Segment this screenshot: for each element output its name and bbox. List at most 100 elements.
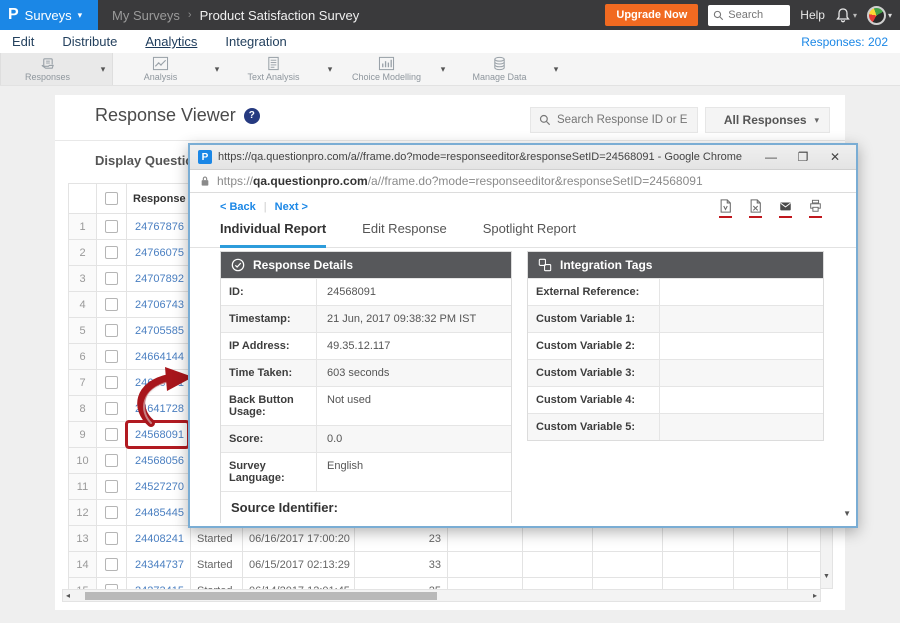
empty-cell xyxy=(448,552,523,578)
detail-value: 24568091 xyxy=(317,279,511,305)
popup-scroll-down-icon[interactable]: ▼ xyxy=(843,509,851,518)
close-button[interactable]: ✕ xyxy=(822,150,848,164)
email-icon[interactable] xyxy=(779,199,792,218)
account-menu[interactable]: ▾ xyxy=(867,6,892,25)
response-details-header: Response Details xyxy=(221,252,511,278)
tag-row: Custom Variable 2: xyxy=(528,332,823,359)
response-id-link[interactable]: 24706743 xyxy=(127,292,191,318)
response-id-link[interactable]: 24664144 xyxy=(127,344,191,370)
help-icon[interactable]: ? xyxy=(244,108,260,124)
global-search-input[interactable] xyxy=(728,9,786,21)
row-checkbox[interactable] xyxy=(105,246,118,259)
scroll-down-icon[interactable]: ▼ xyxy=(821,573,832,580)
checkbox-cell xyxy=(97,318,127,344)
response-id-link[interactable]: 24767876 xyxy=(127,214,191,240)
tab-edit-response[interactable]: Edit Response xyxy=(362,221,447,247)
response-id-link[interactable]: 24485445 xyxy=(127,500,191,526)
detail-value: 603 seconds xyxy=(317,360,511,386)
tab-spotlight-report[interactable]: Spotlight Report xyxy=(483,221,576,247)
response-id-link[interactable]: 24408241 xyxy=(127,526,191,552)
checkbox-cell xyxy=(97,474,127,500)
select-all-checkbox[interactable] xyxy=(105,192,118,205)
empty-cell xyxy=(734,578,788,590)
tag-value xyxy=(660,306,823,332)
response-search[interactable] xyxy=(530,107,698,133)
breadcrumb-my-surveys[interactable]: My Surveys xyxy=(112,8,180,23)
window-titlebar[interactable]: P https://qa.questionpro.com/a//frame.do… xyxy=(190,145,856,170)
pdf-export-icon[interactable] xyxy=(719,199,732,218)
address-bar[interactable]: https://qa.questionpro.com/a//frame.do?m… xyxy=(190,170,856,193)
surveys-menu[interactable]: P Surveys ▾ xyxy=(0,0,98,30)
detail-row: Survey Language:English xyxy=(221,452,511,491)
response-id-link[interactable]: 24707892 xyxy=(127,266,191,292)
detail-label: Timestamp: xyxy=(221,306,317,332)
horizontal-scrollbar[interactable]: ◂ ▸ xyxy=(62,589,821,602)
toolbar-responses[interactable]: Responses ▾ xyxy=(0,53,113,85)
page-title: Response Viewer xyxy=(95,105,236,126)
nav-integration[interactable]: Integration xyxy=(225,34,286,49)
row-checkbox[interactable] xyxy=(105,506,118,519)
chevron-down-icon[interactable]: ▾ xyxy=(547,64,565,75)
toolbar-analysis[interactable]: Analysis ▾ xyxy=(113,53,226,85)
row-checkbox[interactable] xyxy=(105,298,118,311)
all-responses-dropdown[interactable]: All Responses ▾ xyxy=(705,107,830,133)
response-id-link[interactable]: 24705585 xyxy=(127,318,191,344)
nav-distribute[interactable]: Distribute xyxy=(62,34,117,49)
excel-export-icon[interactable] xyxy=(749,199,762,218)
row-checkbox[interactable] xyxy=(105,324,118,337)
toolbar-text-analysis[interactable]: Text Analysis ▾ xyxy=(226,53,339,85)
row-checkbox[interactable] xyxy=(105,220,118,233)
product-label: Surveys xyxy=(25,8,72,23)
minimize-button[interactable]: — xyxy=(758,150,784,164)
toolbar-manage-data[interactable]: Manage Data ▾ xyxy=(452,53,565,85)
global-search[interactable] xyxy=(708,5,790,26)
row-checkbox[interactable] xyxy=(105,402,118,415)
chevron-down-icon[interactable]: ▾ xyxy=(434,64,452,75)
row-checkbox[interactable] xyxy=(105,480,118,493)
response-search-input[interactable] xyxy=(557,114,687,126)
tag-row: External Reference: xyxy=(528,278,823,305)
responses-count[interactable]: Responses: 202 xyxy=(801,35,888,49)
row-number: 1 xyxy=(69,214,97,240)
response-id-link[interactable]: 24625131 xyxy=(127,370,191,396)
response-id-header[interactable]: Response ID ▲ xyxy=(127,184,191,214)
print-icon[interactable] xyxy=(809,199,822,218)
row-checkbox[interactable] xyxy=(105,532,118,545)
help-link[interactable]: Help xyxy=(800,8,825,22)
row-checkbox[interactable] xyxy=(105,272,118,285)
analytics-toolbar: Responses ▾ Analysis ▾ Text Analysis ▾ C… xyxy=(0,53,900,86)
scrollbar-thumb[interactable] xyxy=(85,592,437,600)
chevron-down-icon[interactable]: ▾ xyxy=(94,64,112,75)
notifications-menu[interactable]: ▾ xyxy=(835,7,857,23)
upgrade-now-button[interactable]: Upgrade Now xyxy=(605,4,698,26)
response-id-link[interactable]: 24273415 xyxy=(127,578,191,590)
row-checkbox[interactable] xyxy=(105,350,118,363)
detail-value: 21 Jun, 2017 09:38:32 PM IST xyxy=(317,306,511,332)
next-link[interactable]: Next > xyxy=(275,201,308,213)
scroll-right-icon[interactable]: ▸ xyxy=(813,591,817,600)
response-id-link[interactable]: 24568091 xyxy=(127,422,191,448)
bell-icon xyxy=(835,7,851,23)
tag-row: Custom Variable 4: xyxy=(528,386,823,413)
empty-cell xyxy=(734,552,788,578)
nav-edit[interactable]: Edit xyxy=(12,34,34,49)
response-id-link[interactable]: 24527270 xyxy=(127,474,191,500)
response-id-link[interactable]: 24344737 xyxy=(127,552,191,578)
response-id-link[interactable]: 24641728 xyxy=(127,396,191,422)
toolbar-choice-modelling[interactable]: Choice Modelling ▾ xyxy=(339,53,452,85)
row-checkbox[interactable] xyxy=(105,454,118,467)
response-id-link[interactable]: 24766075 xyxy=(127,240,191,266)
nav-analytics[interactable]: Analytics xyxy=(145,34,197,49)
chevron-down-icon[interactable]: ▾ xyxy=(321,64,339,75)
row-checkbox[interactable] xyxy=(105,558,118,571)
scroll-left-icon[interactable]: ◂ xyxy=(66,591,70,600)
row-checkbox[interactable] xyxy=(105,428,118,441)
back-link[interactable]: < Back xyxy=(220,201,256,213)
response-id-link[interactable]: 24568056 xyxy=(127,448,191,474)
status-cell: Started xyxy=(191,552,243,578)
row-checkbox[interactable] xyxy=(105,376,118,389)
empty-cell xyxy=(593,552,663,578)
tab-individual-report[interactable]: Individual Report xyxy=(220,221,326,248)
maximize-button[interactable]: ❐ xyxy=(790,150,816,164)
chevron-down-icon[interactable]: ▾ xyxy=(208,64,226,75)
